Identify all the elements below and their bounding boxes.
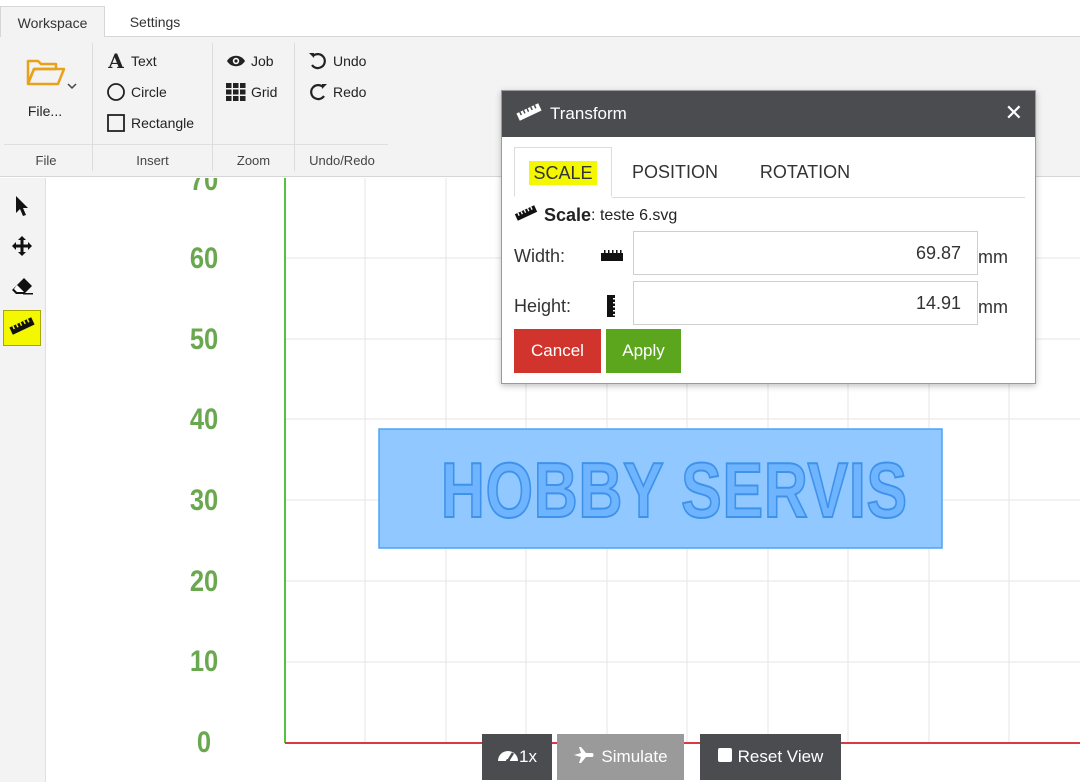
insert-circle-button[interactable]: Circle <box>106 81 167 103</box>
undo-label: Undo <box>333 53 367 69</box>
move-icon <box>11 235 33 262</box>
ruler-icon <box>9 316 35 340</box>
y-label-70: 70 <box>189 178 219 197</box>
transform-dialog: Transform ✕ SCALE POSITION ROTATION Scal… <box>501 90 1036 384</box>
group-label-zoom: Zoom <box>236 153 271 168</box>
horizontal-ruler-icon <box>600 246 624 266</box>
y-label-60: 60 <box>189 242 219 275</box>
scale-tool-button[interactable] <box>3 310 41 346</box>
tab-underline <box>612 197 1025 198</box>
ribbon-group-undo: Undo Redo Undo/Redo <box>295 37 389 177</box>
ribbon-group-zoom: Job Grid Zoom <box>213 37 294 177</box>
simulate-button[interactable]: Simulate <box>557 734 684 780</box>
height-label: Height: <box>514 296 572 316</box>
y-label-50: 50 <box>189 323 219 356</box>
circle-icon <box>106 82 126 102</box>
tab-scale[interactable]: SCALE <box>514 147 612 197</box>
zoom-job-button[interactable]: Job <box>226 50 274 72</box>
app-root: Workspace Settings File... File A Text C… <box>0 0 1080 782</box>
group-label-file: File <box>35 153 57 168</box>
insert-rectangle-label: Rectangle <box>131 115 195 131</box>
zoom-grid-button[interactable]: Grid <box>226 81 277 103</box>
tab-rotation[interactable]: ROTATION <box>746 147 864 197</box>
object-text[interactable]: HOBBY SERVIS <box>440 440 908 540</box>
left-toolbar <box>0 178 46 782</box>
chevron-down-icon <box>67 77 77 95</box>
zoom-job-label: Job <box>251 53 274 69</box>
dialog-header: Transform <box>502 91 1035 137</box>
width-unit: mm <box>978 247 1008 267</box>
ribbon-group-insert: A Text Circle Rectangle Insert <box>93 37 212 177</box>
move-tool-button[interactable] <box>3 230 41 266</box>
redo-icon <box>308 82 328 102</box>
ribbon-group-file: File... File <box>0 37 92 177</box>
tab-position[interactable]: POSITION <box>620 147 730 197</box>
simulate-label: Simulate <box>601 747 668 766</box>
gauge-icon <box>497 747 519 768</box>
folder-open-icon <box>26 57 66 92</box>
reset-view-label: Reset View <box>737 747 824 766</box>
width-input[interactable]: 69.87 <box>633 231 978 275</box>
square-icon <box>106 113 126 133</box>
cancel-button[interactable]: Cancel <box>514 329 601 373</box>
tab-workspace[interactable]: Workspace <box>0 6 105 38</box>
width-label: Width: <box>514 246 566 266</box>
y-label-40: 40 <box>189 403 219 436</box>
main-tabbar: Workspace Settings <box>0 0 1080 38</box>
reset-view-button[interactable]: Reset View <box>700 734 841 780</box>
square-stop-icon <box>717 747 732 767</box>
undo-icon <box>308 51 328 71</box>
speed-button[interactable]: 1x <box>482 734 552 780</box>
file-button-label: File... <box>27 103 63 119</box>
scale-heading-file: : teste 6.svg <box>591 206 678 224</box>
redo-label: Redo <box>333 84 367 100</box>
ruler-icon <box>514 205 538 226</box>
insert-text-button[interactable]: A Text <box>106 49 157 73</box>
insert-text-label: Text <box>131 53 157 69</box>
select-tool-button[interactable] <box>3 190 41 226</box>
y-label-10: 10 <box>189 645 219 678</box>
height-unit: mm <box>978 297 1008 317</box>
zoom-grid-label: Grid <box>251 84 278 100</box>
undo-button[interactable]: Undo <box>308 50 366 72</box>
eraser-icon <box>11 277 33 300</box>
grid-icon <box>226 82 246 102</box>
scale-heading: Scale : teste 6.svg <box>514 205 677 226</box>
insert-circle-label: Circle <box>131 84 167 100</box>
group-label-undo: Undo/Redo <box>309 153 375 168</box>
select-arrow-icon <box>14 195 30 222</box>
plane-icon <box>573 746 595 769</box>
speed-label: 1x <box>519 747 537 766</box>
apply-button[interactable]: Apply <box>606 329 681 373</box>
y-label-20: 20 <box>189 565 219 598</box>
text-a-icon: A <box>108 49 124 73</box>
tab-scale-label: SCALE <box>529 161 597 185</box>
dialog-title: Transform <box>550 104 627 123</box>
insert-rectangle-button[interactable]: Rectangle <box>106 112 194 134</box>
vertical-ruler-icon <box>600 295 624 317</box>
group-label-insert: Insert <box>136 153 169 168</box>
file-button[interactable]: File... <box>16 55 82 135</box>
y-label-0: 0 <box>196 726 212 759</box>
eraser-tool-button[interactable] <box>3 270 41 306</box>
redo-button[interactable]: Redo <box>308 81 366 103</box>
y-label-30: 30 <box>189 484 219 517</box>
height-input[interactable]: 14.91 <box>633 281 978 325</box>
ruler-icon <box>516 102 542 126</box>
tab-settings[interactable]: Settings <box>105 6 205 38</box>
close-icon[interactable]: ✕ <box>1005 101 1023 125</box>
eye-icon <box>226 51 246 71</box>
scale-heading-title: Scale <box>544 205 592 225</box>
